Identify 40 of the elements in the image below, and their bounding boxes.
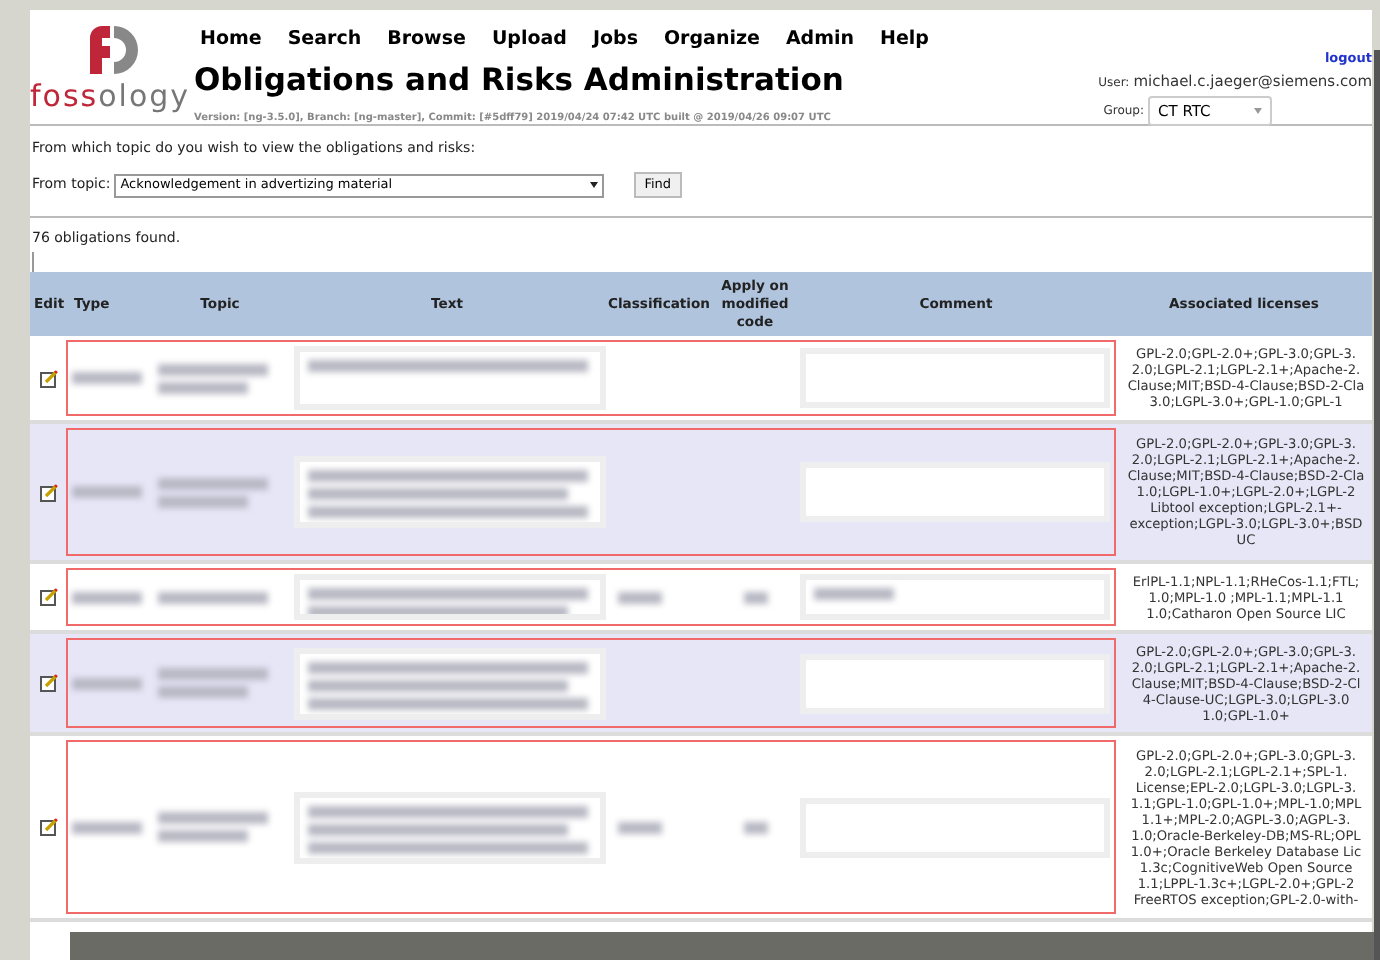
redacted-text	[743, 591, 767, 603]
edit-icon[interactable]	[39, 588, 57, 606]
edit-icon[interactable]	[39, 369, 57, 387]
edit-icon[interactable]	[39, 818, 57, 836]
edit-icon[interactable]	[39, 674, 57, 692]
nav-link[interactable]: Browse	[387, 26, 466, 55]
redacted-text	[72, 486, 142, 498]
redacted-text	[72, 372, 142, 384]
text-field[interactable]	[294, 574, 606, 620]
nav-link[interactable]: Organize	[663, 26, 760, 55]
page-title: Obligations and Risks Administration	[192, 60, 846, 103]
nav-link[interactable]: Home	[200, 26, 262, 55]
redacted-text	[158, 668, 268, 698]
redacted-text	[814, 588, 894, 600]
text-field[interactable]	[800, 462, 1110, 522]
redacted-text	[72, 591, 142, 603]
edit-icon[interactable]	[39, 483, 57, 501]
nav-link[interactable]: Upload	[491, 26, 567, 55]
text-field[interactable]	[294, 791, 606, 863]
redacted-text	[158, 812, 268, 842]
caret-icon	[1254, 108, 1262, 114]
nav-link[interactable]: Help	[880, 26, 929, 55]
redacted-text	[72, 821, 142, 833]
nav-link[interactable]: Admin	[785, 26, 855, 55]
text-field[interactable]	[294, 647, 606, 719]
redacted-text	[158, 363, 268, 393]
caret-icon	[590, 182, 599, 188]
redacted-text	[618, 821, 662, 833]
text-field[interactable]	[800, 574, 1110, 620]
logo-text: fossology	[30, 82, 191, 112]
redacted-text	[72, 677, 142, 689]
redacted-text	[618, 591, 662, 603]
text-field[interactable]	[294, 456, 606, 528]
nav-link[interactable]: Search	[287, 26, 362, 55]
redacted-text	[158, 477, 268, 507]
redacted-text	[743, 821, 767, 833]
text-field[interactable]	[800, 653, 1110, 713]
redacted-text	[158, 591, 268, 603]
text-field[interactable]	[294, 346, 606, 410]
nav-link[interactable]: Jobs	[592, 26, 638, 55]
